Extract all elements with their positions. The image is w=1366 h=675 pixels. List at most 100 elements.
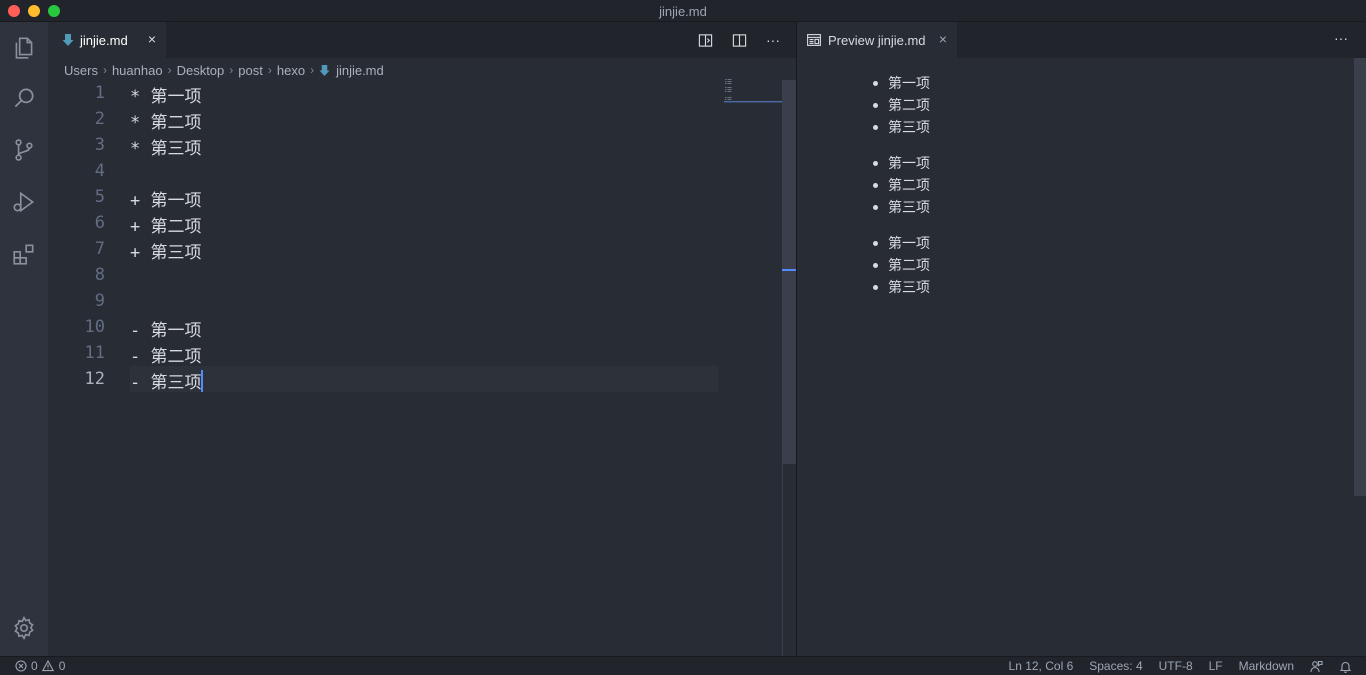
code-line: 5 + 第一项 (48, 184, 782, 211)
notifications-bell-icon[interactable] (1339, 660, 1352, 673)
end-of-line[interactable]: LF (1209, 659, 1223, 673)
code-line: 7 + 第三项 (48, 236, 782, 263)
line-text: - 第三项 (130, 373, 202, 393)
code-line: 11 - 第二项 (48, 340, 782, 367)
line-text[interactable]: + 第三项 (130, 238, 201, 263)
line-number: 9 (94, 291, 105, 311)
tab-close-icon[interactable]: × (939, 31, 947, 47)
text-cursor (201, 370, 204, 392)
line-number: 10 (84, 317, 105, 337)
tab-close-icon[interactable]: × (148, 31, 156, 47)
cursor-position-ruler-mark (782, 269, 796, 271)
breadcrumb-item[interactable]: hexo (277, 63, 305, 78)
editor-group: jinjie.md × ··· Users › huanhao › Deskto… (48, 22, 796, 656)
more-actions-icon[interactable]: ··· (764, 31, 782, 49)
activity-bar (0, 22, 48, 656)
line-text[interactable]: + 第一项 (130, 186, 201, 211)
extensions-icon[interactable] (0, 230, 48, 278)
preview-scrollbar-thumb[interactable] (1354, 58, 1366, 496)
markdown-file-icon (62, 34, 74, 46)
breadcrumb-item[interactable]: Users (64, 63, 98, 78)
preview-list: 第一项 第二项 第三项 (870, 72, 930, 138)
code-line: 9 (48, 288, 782, 314)
tab-preview-jinjie-md[interactable]: Preview jinjie.md × (797, 22, 957, 58)
code-line-current: 12 - 第三项 (48, 366, 782, 393)
line-number: 5 (94, 187, 105, 207)
chevron-right-icon: › (267, 63, 272, 77)
chevron-right-icon: › (310, 63, 315, 77)
code-line: 10 - 第一项 (48, 314, 782, 341)
window-title: jinjie.md (659, 4, 707, 19)
line-text[interactable]: + 第二项 (130, 212, 201, 237)
line-number: 8 (94, 265, 105, 285)
preview-list: 第一项 第二项 第三项 (870, 152, 930, 218)
code-line: 6 + 第二项 (48, 210, 782, 237)
run-debug-icon[interactable] (0, 178, 48, 226)
line-number: 3 (94, 135, 105, 155)
cursor-position[interactable]: Ln 12, Col 6 (1009, 659, 1074, 673)
chevron-right-icon: › (167, 63, 172, 77)
open-preview-side-icon[interactable] (696, 31, 714, 49)
warning-icon (42, 660, 55, 673)
title-bar: jinjie.md (0, 0, 1366, 22)
line-text[interactable]: * 第一项 (130, 82, 201, 107)
error-icon (14, 660, 27, 673)
line-text-current[interactable]: - 第三项 (130, 368, 204, 393)
status-bar: 0 0 Ln 12, Col 6 Spaces: 4 UTF-8 LF Mark… (0, 656, 1366, 675)
preview-tab-bar: Preview jinjie.md × ··· (797, 22, 1366, 58)
code-line: 3 * 第三项 (48, 132, 782, 159)
preview-icon (807, 34, 821, 46)
breadcrumb-item[interactable]: post (238, 63, 263, 78)
tab-label: Preview jinjie.md (828, 32, 926, 48)
breadcrumb-item[interactable]: huanhao (112, 63, 163, 78)
line-number: 12 (84, 369, 105, 389)
code-line: 8 (48, 262, 782, 288)
breadcrumb: Users › huanhao › Desktop › post › hexo … (64, 60, 384, 80)
indentation[interactable]: Spaces: 4 (1089, 659, 1142, 673)
line-text[interactable]: - 第一项 (130, 316, 201, 341)
code-line: 1 * 第一项 (48, 80, 782, 107)
tab-jinjie-md[interactable]: jinjie.md × (48, 22, 166, 58)
split-editor-icon[interactable] (730, 31, 748, 49)
editor-tab-bar: jinjie.md × ··· (48, 22, 796, 58)
list-item: 第一项 (870, 232, 930, 254)
chevron-right-icon: › (102, 63, 107, 77)
code-line: 4 (48, 158, 782, 184)
language-mode[interactable]: Markdown (1239, 659, 1294, 673)
list-item: 第二项 (870, 94, 930, 116)
code-line: 2 * 第二项 (48, 106, 782, 133)
minimap[interactable] (724, 78, 782, 108)
list-item: 第二项 (870, 174, 930, 196)
code-editor[interactable]: 1 * 第一项 2 * 第二项 3 * 第三项 4 5 + 第一项 6 + 第二… (48, 80, 782, 656)
problems-indicator[interactable]: 0 0 (14, 659, 65, 673)
list-item: 第三项 (870, 116, 930, 138)
list-item: 第二项 (870, 254, 930, 276)
markdown-file-icon (319, 64, 330, 76)
source-control-icon[interactable] (0, 126, 48, 174)
error-count: 0 (31, 659, 38, 673)
preview-list: 第一项 第二项 第三项 (870, 232, 930, 298)
preview-group: Preview jinjie.md × ··· 第一项 第二项 第三项 第一项 … (797, 22, 1366, 656)
feedback-icon[interactable] (1310, 660, 1323, 673)
search-icon[interactable] (0, 74, 48, 122)
editor-scrollbar-thumb[interactable] (782, 80, 796, 464)
line-text[interactable]: * 第二项 (130, 108, 201, 133)
breadcrumb-item[interactable]: jinjie.md (336, 63, 384, 78)
line-text[interactable]: - 第二项 (130, 342, 201, 367)
file-encoding[interactable]: UTF-8 (1159, 659, 1193, 673)
more-actions-icon[interactable]: ··· (1334, 30, 1348, 46)
chevron-right-icon: › (229, 63, 234, 77)
list-item: 第一项 (870, 152, 930, 174)
line-number: 7 (94, 239, 105, 259)
tab-label: jinjie.md (80, 32, 128, 48)
explorer-icon[interactable] (0, 24, 48, 72)
markdown-preview: 第一项 第二项 第三项 第一项 第二项 第三项 第一项 第二项 第三项 (797, 58, 1354, 656)
breadcrumb-item[interactable]: Desktop (177, 63, 225, 78)
line-text[interactable]: * 第三项 (130, 134, 201, 159)
line-number: 1 (94, 83, 105, 103)
list-item: 第一项 (870, 72, 930, 94)
settings-gear-icon[interactable] (0, 604, 48, 652)
line-number: 11 (84, 343, 105, 363)
line-number: 4 (94, 161, 105, 181)
list-item: 第三项 (870, 196, 930, 218)
